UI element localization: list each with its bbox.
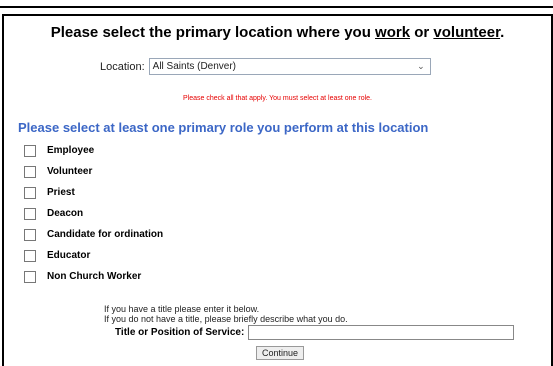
role-checkbox[interactable] bbox=[24, 270, 36, 283]
role-checkbox[interactable] bbox=[24, 165, 36, 178]
title-label: Title or Position of Service: bbox=[115, 327, 245, 338]
role-warning: Please check all that apply. You must se… bbox=[183, 95, 372, 102]
role-candidate[interactable]: Candidate for ordination bbox=[24, 224, 163, 245]
role-checkbox[interactable] bbox=[24, 228, 36, 241]
continue-button[interactable]: Continue bbox=[256, 346, 305, 360]
role-label: Volunteer bbox=[47, 166, 93, 177]
role-checkbox[interactable] bbox=[24, 249, 36, 262]
role-priest[interactable]: Priest bbox=[24, 182, 163, 203]
role-volunteer[interactable]: Volunteer bbox=[24, 161, 163, 182]
role-label: Deacon bbox=[47, 208, 84, 219]
role-non-church-worker[interactable]: Non Church Worker bbox=[24, 266, 163, 287]
chevron-down-icon: ⌄ bbox=[417, 61, 425, 71]
role-label: Employee bbox=[47, 145, 95, 156]
role-label: Educator bbox=[47, 250, 91, 261]
role-checkbox[interactable] bbox=[24, 144, 36, 157]
location-row: Location: All Saints (Denver) ⌄ bbox=[100, 58, 431, 75]
title-hint-line-2: If you do not have a title, please brief… bbox=[104, 314, 348, 324]
role-label: Candidate for ordination bbox=[47, 229, 164, 240]
role-heading: Please select at least one primary role … bbox=[18, 120, 429, 135]
role-checkbox[interactable] bbox=[24, 207, 36, 220]
role-employee[interactable]: Employee bbox=[24, 140, 163, 161]
title-hint: If you have a title please enter it belo… bbox=[104, 304, 348, 324]
role-deacon[interactable]: Deacon bbox=[24, 203, 163, 224]
title-row: Title or Position of Service: bbox=[115, 325, 515, 340]
role-list: Employee Volunteer Priest Deacon Candida… bbox=[24, 140, 163, 287]
page-heading: Please select the primary location where… bbox=[50, 24, 505, 41]
top-bar bbox=[0, 0, 553, 8]
role-checkbox[interactable] bbox=[24, 186, 36, 199]
title-input[interactable] bbox=[248, 325, 515, 340]
role-label: Priest bbox=[47, 187, 75, 198]
volunteer-underline: volunteer bbox=[433, 24, 501, 41]
role-label: Non Church Worker bbox=[47, 271, 142, 282]
location-label: Location: bbox=[100, 60, 145, 73]
work-underline: work bbox=[375, 24, 411, 41]
form-panel: Please select the primary location where… bbox=[2, 14, 553, 366]
location-selected-value: All Saints (Denver) bbox=[152, 61, 237, 72]
title-hint-line-1: If you have a title please enter it belo… bbox=[104, 304, 260, 314]
location-select[interactable]: All Saints (Denver) ⌄ bbox=[148, 58, 431, 75]
role-educator[interactable]: Educator bbox=[24, 245, 163, 266]
